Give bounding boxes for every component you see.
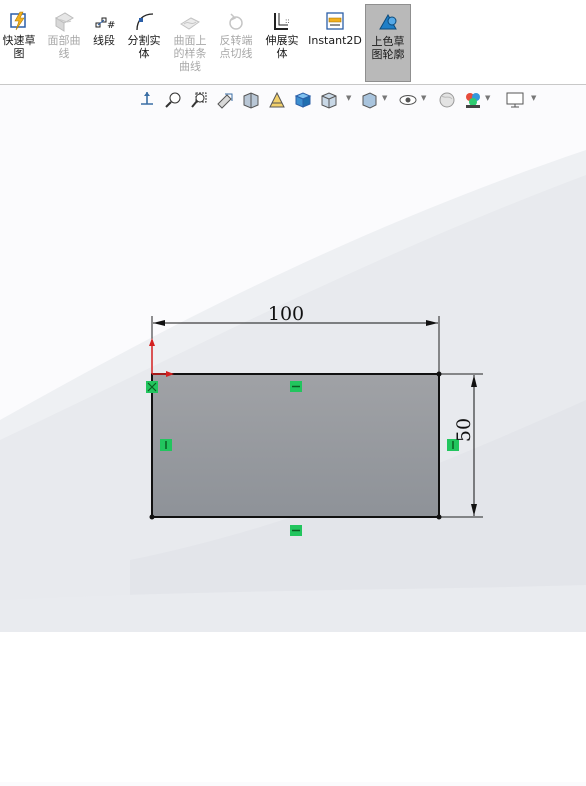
sketch-rectangle[interactable]	[151, 373, 440, 518]
instant2d-label: Instant2D	[308, 34, 362, 47]
horizontal-relation-icon[interactable]	[290, 381, 302, 392]
view-orientation-cube-icon[interactable]	[293, 90, 313, 110]
corner-point[interactable]	[436, 371, 442, 377]
monitor-dropdown-icon[interactable]: ▼	[531, 94, 537, 102]
stretch-entities-button[interactable]: :: 伸展实 体	[262, 4, 302, 82]
previous-view-icon[interactable]	[215, 90, 235, 110]
coincident-relation-icon[interactable]	[146, 381, 158, 393]
quick-sketch-button[interactable]: 快速草 图	[0, 4, 38, 82]
segment-label: 线段	[93, 34, 115, 47]
view-orientation-icon[interactable]	[137, 90, 157, 110]
stretch-entities-icon: ::	[274, 13, 290, 30]
spline-on-surface-label: 曲面上 的样条 曲线	[173, 34, 207, 73]
instant2d-button[interactable]: Instant2D	[307, 4, 363, 82]
stretch-entities-label: 伸展实 体	[265, 34, 299, 60]
spline-on-surface-button[interactable]: 曲面上 的样条 曲线	[168, 4, 212, 82]
shaded-sketch-contours-button[interactable]: 上色草 图轮廓	[365, 4, 411, 82]
svg-text:#: #	[107, 20, 115, 31]
split-entities-label: 分割实 体	[127, 34, 161, 60]
width-dimension-text[interactable]: 100	[268, 303, 304, 325]
hide-show-items-icon[interactable]	[359, 90, 379, 110]
shaded-sketch-contours-icon	[379, 13, 397, 30]
reverse-endpoint-tangent-button[interactable]: 反转端 点切线	[214, 4, 258, 82]
display-style-dropdown-icon[interactable]: ▼	[346, 94, 352, 102]
apply-scene-icon[interactable]	[437, 90, 457, 110]
edit-appearance-icon[interactable]	[398, 90, 418, 110]
sketch-ribbon: 快速草 图 面部曲 线 # 线段 分割实 体 曲面上 的样条 曲线 反转端 点切…	[0, 0, 586, 85]
view-settings-icon[interactable]	[463, 90, 483, 110]
corner-point[interactable]	[149, 514, 155, 520]
face-curves-button[interactable]: 面部曲 线	[42, 4, 86, 82]
heads-up-view-toolbar: ▼ ▼ ▼ ▼ ▼	[134, 88, 544, 112]
dynamic-annotation-icon[interactable]	[267, 90, 287, 110]
monitor-icon[interactable]	[505, 90, 525, 110]
zoom-to-area-icon[interactable]	[189, 90, 209, 110]
face-curves-icon	[55, 12, 74, 32]
horizontal-relation-icon[interactable]	[290, 525, 302, 536]
split-entities-icon	[136, 13, 154, 31]
segment-button[interactable]: # 线段	[89, 4, 119, 82]
vertical-relation-icon[interactable]	[160, 439, 172, 451]
lower-panel	[0, 632, 586, 782]
height-dimension-text[interactable]: 50	[453, 418, 475, 442]
reverse-endpoint-tangent-label: 反转端 点切线	[219, 34, 253, 60]
display-style-icon[interactable]	[319, 90, 339, 110]
section-view-icon[interactable]	[241, 90, 261, 110]
split-entities-button[interactable]: 分割实 体	[123, 4, 165, 82]
hide-show-dropdown-icon[interactable]: ▼	[382, 94, 388, 102]
segment-icon: #	[95, 17, 115, 31]
spline-on-surface-icon	[180, 17, 200, 30]
shaded-sketch-contours-label: 上色草 图轮廓	[371, 35, 405, 61]
quick-sketch-icon	[10, 11, 26, 31]
scene-dropdown-icon[interactable]: ▼	[485, 94, 491, 102]
reverse-endpoint-tangent-icon	[229, 13, 243, 30]
zoom-to-fit-icon[interactable]	[163, 90, 183, 110]
svg-text:::: ::	[285, 17, 290, 25]
corner-point[interactable]	[436, 514, 442, 520]
instant2d-icon	[326, 12, 344, 30]
face-curves-label: 面部曲 线	[47, 34, 81, 60]
appearance-dropdown-icon[interactable]: ▼	[421, 94, 427, 102]
quick-sketch-label: 快速草 图	[2, 34, 36, 60]
